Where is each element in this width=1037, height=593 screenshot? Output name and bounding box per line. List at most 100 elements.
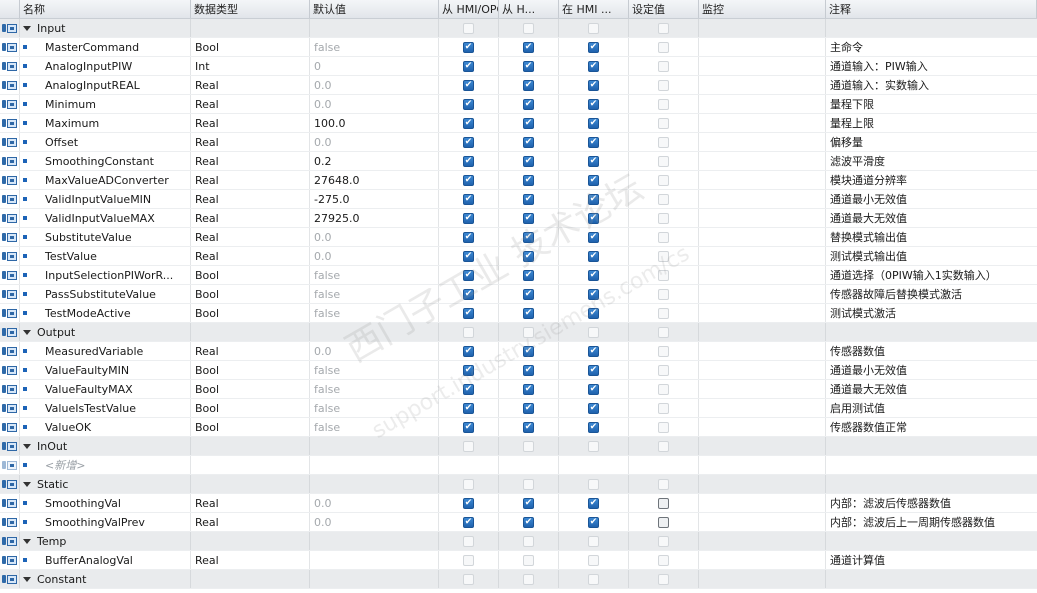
hmi-opc-checkbox[interactable] <box>463 136 474 148</box>
hmi-visible-checkbox[interactable] <box>588 174 599 186</box>
setpoint-checkbox[interactable] <box>658 98 669 110</box>
setpoint-checkbox[interactable] <box>658 250 669 262</box>
hmi-visible-checkbox[interactable] <box>588 288 599 300</box>
hmi-writable-checkbox[interactable] <box>523 364 534 376</box>
default-cell[interactable]: 0 <box>310 57 439 75</box>
default-cell[interactable] <box>310 475 439 493</box>
hmi-writable-checkbox[interactable] <box>523 98 534 110</box>
row-gutter[interactable] <box>0 342 20 360</box>
hmi-visible-checkbox[interactable] <box>588 41 599 53</box>
default-cell[interactable]: 0.0 <box>310 228 439 246</box>
row-gutter[interactable] <box>0 190 20 208</box>
type-cell[interactable]: Real <box>191 114 310 132</box>
name-cell[interactable]: InOut <box>20 437 191 455</box>
default-cell[interactable]: -275.0 <box>310 190 439 208</box>
row-gutter[interactable] <box>0 380 20 398</box>
setpoint-checkbox[interactable] <box>658 345 669 357</box>
hmi-writable-checkbox[interactable] <box>523 231 534 243</box>
name-cell[interactable]: Minimum <box>20 95 191 113</box>
name-cell[interactable]: MaxValueADConverter <box>20 171 191 189</box>
hmi-writable-checkbox[interactable] <box>523 269 534 281</box>
hmi-writable-checkbox[interactable] <box>523 440 534 452</box>
collapse-arrow-icon[interactable] <box>23 443 31 449</box>
type-cell[interactable] <box>191 456 310 474</box>
setpoint-checkbox[interactable] <box>658 364 669 376</box>
default-cell[interactable]: false <box>310 399 439 417</box>
name-cell[interactable]: MasterCommand <box>20 38 191 56</box>
hmi-opc-checkbox[interactable] <box>463 402 474 414</box>
hmi-writable-checkbox[interactable] <box>523 497 534 509</box>
hmi-writable-checkbox[interactable] <box>523 174 534 186</box>
hmi-writable-checkbox[interactable] <box>523 41 534 53</box>
name-cell[interactable]: ValidInputValueMAX <box>20 209 191 227</box>
hmi-writable-checkbox[interactable] <box>523 193 534 205</box>
type-cell[interactable]: Real <box>191 209 310 227</box>
setpoint-checkbox[interactable] <box>658 326 669 338</box>
type-cell[interactable]: Bool <box>191 266 310 284</box>
header-setpoint[interactable]: 设定值 <box>629 0 699 18</box>
hmi-opc-checkbox[interactable] <box>463 174 474 186</box>
name-cell[interactable]: Constant <box>20 570 191 588</box>
hmi-visible-checkbox[interactable] <box>588 364 599 376</box>
name-cell[interactable]: ValueFaultyMAX <box>20 380 191 398</box>
row-gutter[interactable] <box>0 133 20 151</box>
hmi-visible-checkbox[interactable] <box>588 212 599 224</box>
hmi-visible-checkbox[interactable] <box>588 250 599 262</box>
setpoint-checkbox[interactable] <box>658 383 669 395</box>
row-gutter[interactable] <box>0 114 20 132</box>
hmi-opc-checkbox[interactable] <box>463 60 474 72</box>
name-cell[interactable]: MeasuredVariable <box>20 342 191 360</box>
type-cell[interactable]: Real <box>191 95 310 113</box>
hmi-opc-checkbox[interactable] <box>463 212 474 224</box>
hmi-visible-checkbox[interactable] <box>588 554 599 566</box>
hmi-opc-checkbox[interactable] <box>463 364 474 376</box>
comment-cell[interactable]: 偏移量 <box>826 133 1037 151</box>
hmi-opc-checkbox[interactable] <box>463 79 474 91</box>
type-cell[interactable] <box>191 437 310 455</box>
row-gutter[interactable] <box>0 551 20 569</box>
default-cell[interactable]: false <box>310 304 439 322</box>
type-cell[interactable]: Real <box>191 171 310 189</box>
default-cell[interactable] <box>310 323 439 341</box>
hmi-opc-checkbox[interactable] <box>463 478 474 490</box>
hmi-visible-checkbox[interactable] <box>588 573 599 585</box>
row-gutter[interactable] <box>0 418 20 436</box>
setpoint-checkbox[interactable] <box>658 22 669 34</box>
hmi-visible-checkbox[interactable] <box>588 383 599 395</box>
hmi-visible-checkbox[interactable] <box>588 402 599 414</box>
row-gutter[interactable] <box>0 95 20 113</box>
header-monitor[interactable]: 监控 <box>699 0 826 18</box>
type-cell[interactable]: Real <box>191 494 310 512</box>
default-cell[interactable]: 0.0 <box>310 95 439 113</box>
type-cell[interactable]: Real <box>191 228 310 246</box>
type-cell[interactable] <box>191 570 310 588</box>
hmi-writable-checkbox[interactable] <box>523 288 534 300</box>
type-cell[interactable]: Real <box>191 247 310 265</box>
hmi-visible-checkbox[interactable] <box>588 326 599 338</box>
type-cell[interactable] <box>191 475 310 493</box>
hmi-visible-checkbox[interactable] <box>588 440 599 452</box>
hmi-visible-checkbox[interactable] <box>588 345 599 357</box>
hmi-visible-checkbox[interactable] <box>588 117 599 129</box>
row-gutter[interactable] <box>0 171 20 189</box>
header-type[interactable]: 数据类型 <box>191 0 310 18</box>
name-cell[interactable]: ValidInputValueMIN <box>20 190 191 208</box>
row-gutter[interactable] <box>0 475 20 493</box>
name-cell[interactable]: Static <box>20 475 191 493</box>
comment-cell[interactable]: 主命令 <box>826 38 1037 56</box>
default-cell[interactable] <box>310 551 439 569</box>
hmi-writable-checkbox[interactable] <box>523 345 534 357</box>
setpoint-checkbox[interactable] <box>658 421 669 433</box>
hmi-opc-checkbox[interactable] <box>463 326 474 338</box>
name-cell[interactable]: SubstituteValue <box>20 228 191 246</box>
name-cell[interactable]: Maximum <box>20 114 191 132</box>
default-cell[interactable]: 0.0 <box>310 342 439 360</box>
row-gutter[interactable] <box>0 285 20 303</box>
default-cell[interactable]: 0.0 <box>310 513 439 531</box>
comment-cell[interactable] <box>826 475 1037 493</box>
setpoint-checkbox[interactable] <box>658 288 669 300</box>
comment-cell[interactable] <box>826 532 1037 550</box>
row-gutter[interactable] <box>0 228 20 246</box>
hmi-opc-checkbox[interactable] <box>463 193 474 205</box>
default-cell[interactable]: false <box>310 380 439 398</box>
